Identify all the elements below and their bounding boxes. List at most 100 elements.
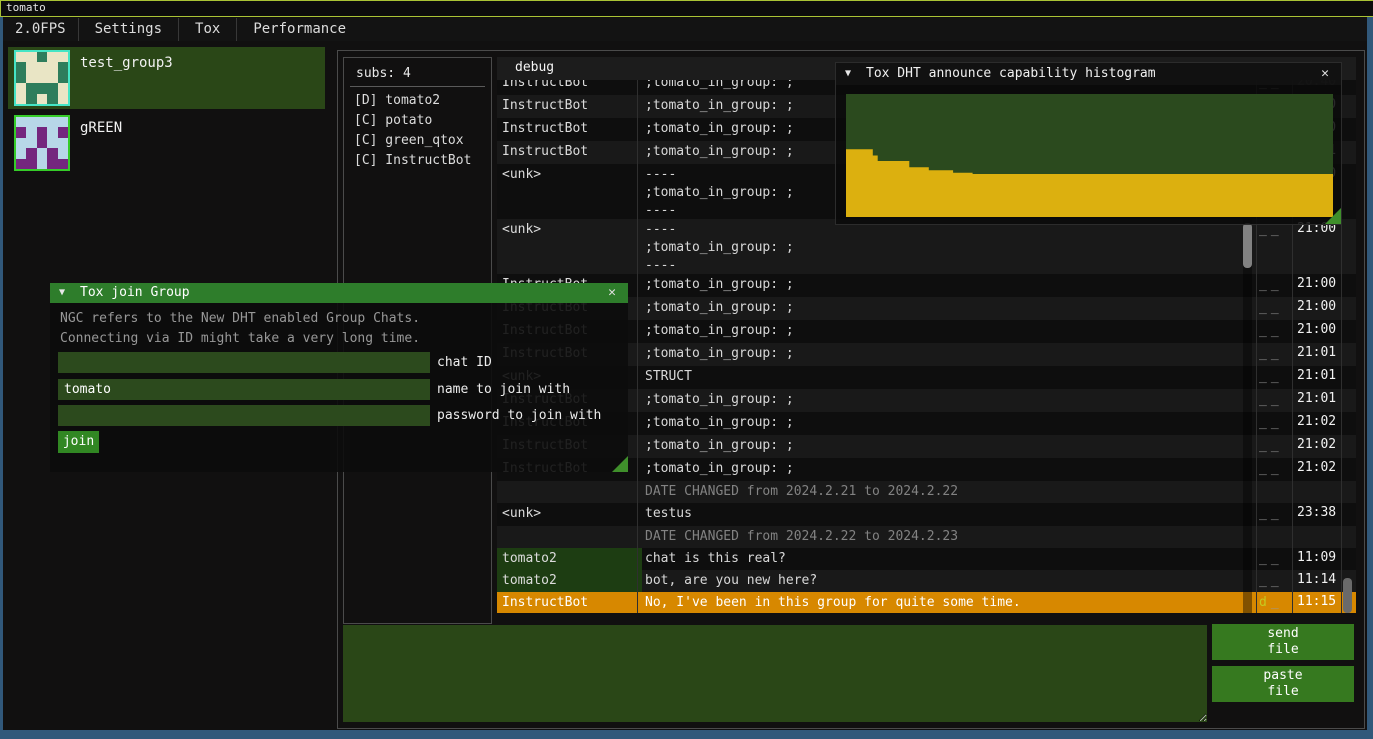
delivery-status: __ [1259,570,1293,592]
members-separator [350,86,485,87]
message-text: ;tomato_in_group: ; [638,458,1243,481]
sender-name: tomato2 [497,570,642,592]
sender-name: <unk> [497,503,642,526]
message-text: ;tomato_in_group: ; [638,412,1243,435]
message-text: chat is this real? [638,548,1243,570]
chat-row[interactable]: <unk>testus__23:38 [497,503,1356,526]
delivery-status: __ [1259,297,1293,320]
tab-debug[interactable]: debug [515,60,554,75]
delivery-status: __ [1259,219,1293,274]
chat-id-field[interactable] [58,352,430,373]
date-row[interactable]: DATE CHANGED from 2024.2.22 to 2024.2.23 [497,526,1356,548]
menu-item-2-0fps[interactable]: 2.0FPS [3,18,79,41]
window-title: tomato [6,1,46,14]
date-row[interactable]: DATE CHANGED from 2024.2.21 to 2024.2.22 [497,481,1356,503]
sender-name: tomato2 [497,548,642,570]
dialog-description-line: NGC refers to the New DHT enabled Group … [60,310,420,328]
window-titlebar[interactable]: tomato [0,0,1373,17]
sender-name: InstructBot [497,118,642,141]
window-frame-right [1367,17,1373,730]
delivery-status: __ [1259,412,1293,435]
menu-item-tox[interactable]: Tox [179,18,237,41]
histogram-plot [846,94,1333,217]
message-text: ----;tomato_in_group: ;---- [638,219,1243,274]
menu-item-performance[interactable]: Performance [237,18,362,41]
delivery-status: d_ [1259,592,1293,613]
sender-name: InstructBot [497,141,642,164]
group-name: test_group3 [80,55,173,71]
delivery-status: __ [1259,503,1293,526]
message-text: ;tomato_in_group: ; [638,389,1243,412]
delivery-status: __ [1259,343,1293,366]
delivery-status: __ [1259,366,1293,389]
chat-row[interactable]: tomato2bot, are you new here?__11:14 [497,570,1356,592]
sender-name: <unk> [497,164,642,219]
message-text: STRUCT [638,366,1243,389]
message-text: ;tomato_in_group: ; [638,297,1243,320]
message-text: No, I've been in this group for quite so… [638,592,1243,613]
panel-scrollbar-thumb[interactable] [1343,578,1352,613]
sender-name: <unk> [497,219,642,274]
message-text: ;tomato_in_group: ; [638,320,1243,343]
delivery-status: __ [1259,389,1293,412]
message-text: bot, are you new here? [638,570,1243,592]
menu-bar: 2.0FPSSettingsToxPerformance [3,18,1367,41]
column-separator [637,80,638,613]
chat-row[interactable]: <unk>----;tomato_in_group: ;----__21:00 [497,219,1356,274]
member-item[interactable]: [C] InstructBot [354,151,471,171]
join-password-label: password to join with [437,405,601,426]
date-changed-text: DATE CHANGED from 2024.2.22 to 2024.2.23 [645,528,958,546]
chat-scrollbar-thumb[interactable] [1243,223,1252,268]
join-group-dialog: ▼ Tox join Group ✕ NGC refers to the New… [50,283,628,472]
group-item-gREEN[interactable]: gREEN [8,112,325,174]
sender-name: InstructBot [497,80,642,95]
close-icon[interactable]: ✕ [1317,63,1333,85]
group-item-test_group3[interactable]: test_group3 [8,47,325,109]
delivery-status: __ [1259,458,1293,481]
message-text: ;tomato_in_group: ; [638,435,1243,458]
window-frame-bottom [0,730,1373,739]
dialog-description-line: Connecting via ID might take a very long… [60,330,420,348]
send-file-button[interactable]: sendfile [1212,624,1354,660]
menu-item-settings[interactable]: Settings [79,18,179,41]
chat-id-label: chat ID [437,352,492,373]
join-dialog-title: Tox join Group [80,283,190,303]
collapse-icon[interactable]: ▼ [845,63,851,85]
group-avatar [14,115,70,171]
resize-grip-icon[interactable] [612,456,628,472]
message-text: testus [638,503,1243,526]
resize-grip-icon[interactable] [1325,208,1341,224]
histogram-window-title: Tox DHT announce capability histogram [866,63,1156,85]
histogram-window: ▼ Tox DHT announce capability histogram … [835,62,1342,225]
close-icon[interactable]: ✕ [604,283,620,303]
paste-file-button[interactable]: pastefile [1212,666,1354,702]
member-item[interactable]: [C] potato [354,111,471,131]
chat-row[interactable]: InstructBotNo, I've been in this group f… [497,592,1356,613]
histogram-area [846,94,1333,217]
delivery-status: __ [1259,274,1293,297]
member-item[interactable]: [D] tomato2 [354,91,471,111]
members-count: subs: 4 [356,66,411,81]
delivery-status: __ [1259,548,1293,570]
chat-row[interactable]: tomato2chat is this real?__11:09 [497,548,1356,570]
join-dialog-titlebar[interactable]: ▼ Tox join Group ✕ [50,283,628,303]
message-text: ;tomato_in_group: ; [638,274,1243,297]
message-input[interactable] [343,625,1207,722]
join-button[interactable]: join [58,431,99,453]
join-name-label: name to join with [437,379,570,400]
group-avatar [14,50,70,106]
members-list: [D] tomato2[C] potato[C] green_qtox[C] I… [354,91,471,171]
collapse-icon[interactable]: ▼ [59,283,65,303]
join-name-field[interactable]: tomato [58,379,430,400]
sender-name: InstructBot [497,95,642,118]
message-text: ;tomato_in_group: ; [638,343,1243,366]
group-name: gREEN [80,120,122,136]
sender-name: InstructBot [497,592,642,613]
app-window: tomato 2.0FPSSettingsToxPerformance test… [0,0,1373,739]
member-item[interactable]: [C] green_qtox [354,131,471,151]
window-frame-left [0,17,3,730]
histogram-window-titlebar[interactable]: ▼ Tox DHT announce capability histogram … [836,63,1341,85]
delivery-status: __ [1259,435,1293,458]
date-changed-text: DATE CHANGED from 2024.2.21 to 2024.2.22 [645,483,958,501]
join-password-field[interactable] [58,405,430,426]
